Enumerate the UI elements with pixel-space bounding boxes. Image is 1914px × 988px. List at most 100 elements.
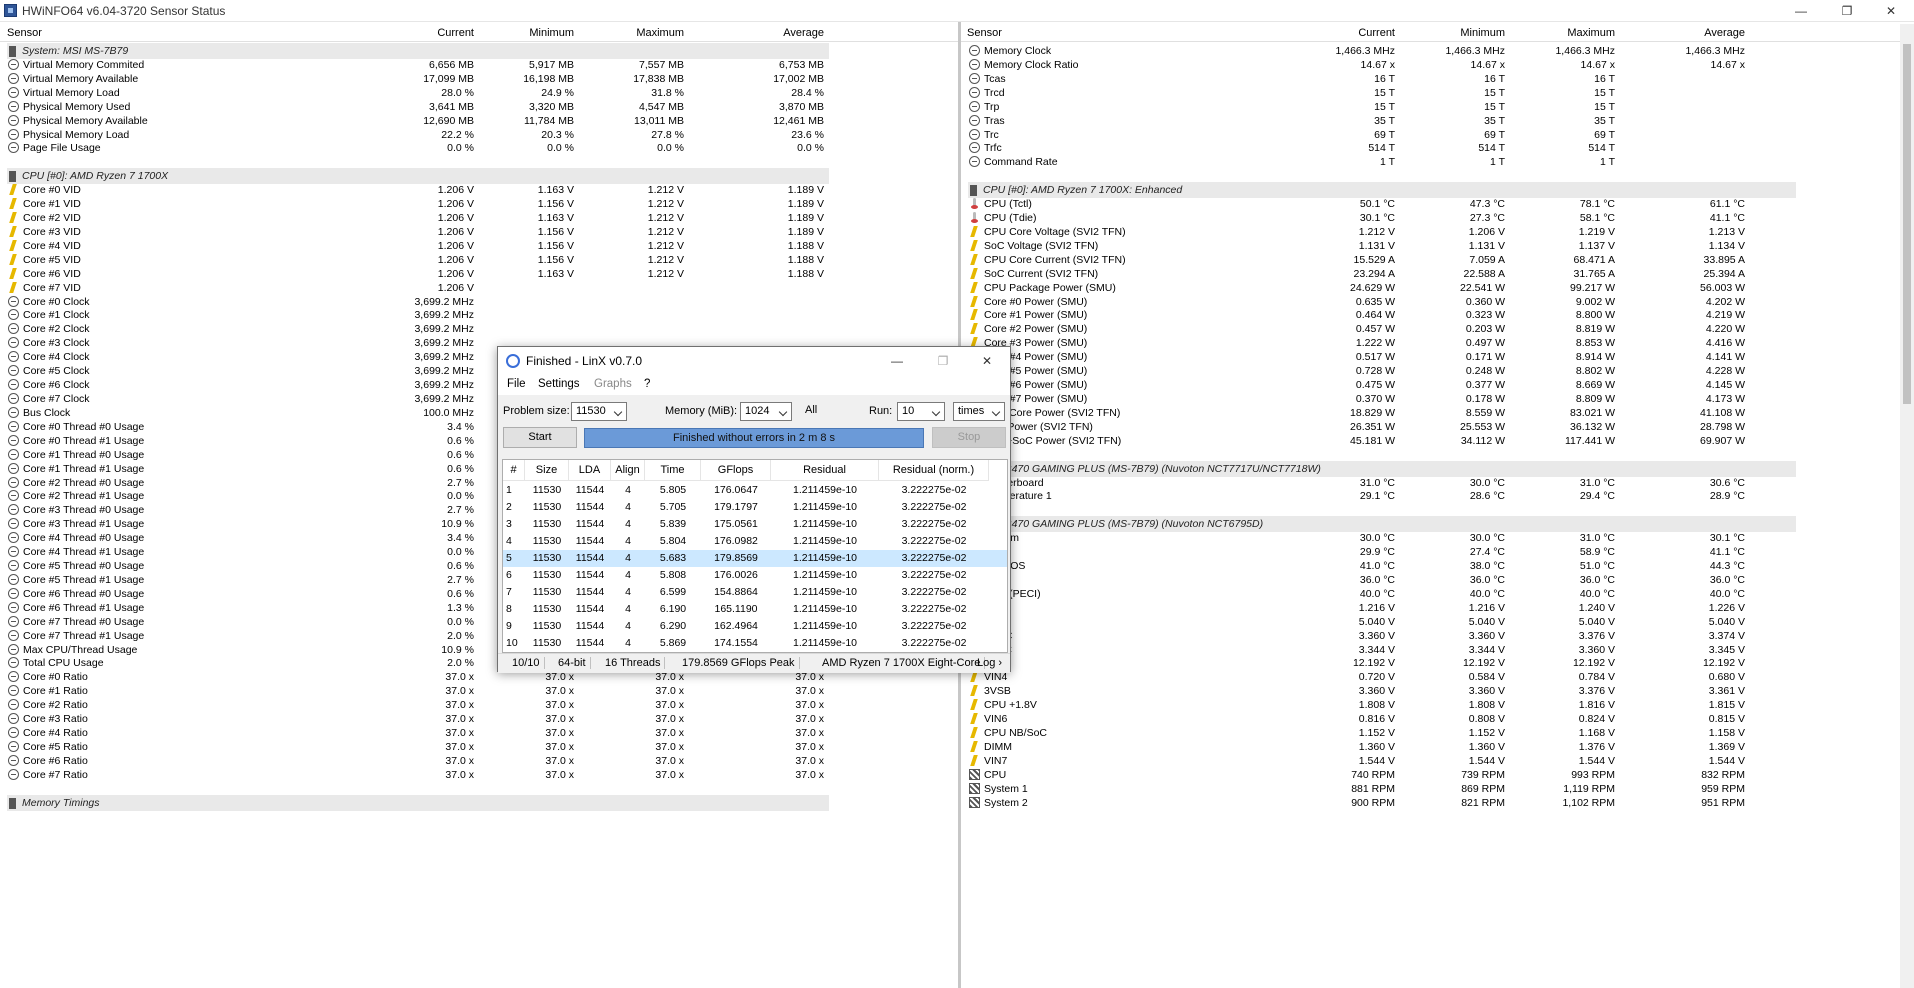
window-title: HWiNFO64 v6.04-3720 Sensor Status	[22, 4, 226, 18]
menu-settings[interactable]: Settings	[538, 378, 580, 390]
restore-button[interactable]: ❐	[1824, 0, 1870, 22]
results-column-header[interactable]: #	[503, 460, 525, 481]
average-value: 4.141 W	[1705, 351, 1745, 364]
all-memory-toggle[interactable]: All	[805, 404, 817, 416]
minimum-value: 0.497 W	[1465, 337, 1505, 350]
col-maximum[interactable]: Maximum	[1511, 27, 1615, 39]
clock-icon	[8, 504, 19, 516]
results-cell: 5.805	[659, 484, 687, 496]
sensor-row[interactable]: System 2 900 RPM 821 RPM 1,102 RPM 951 RPM	[961, 795, 1914, 812]
results-row[interactable]: 2 11530 11544 4 5.705 179.1797 1.211459e-10 3.2…	[503, 499, 1007, 516]
run-count-select[interactable]: 10	[897, 402, 945, 421]
current-value: 2.7 %	[447, 573, 474, 586]
clock-icon	[8, 657, 19, 669]
average-value: 0.815 V	[1708, 713, 1745, 726]
scrollbar-thumb[interactable]	[1903, 44, 1911, 404]
results-cell: 9	[506, 620, 512, 632]
sensor-name: Core #3 Thread #1 Usage	[23, 518, 145, 531]
maximum-value: 8.853 W	[1575, 337, 1615, 350]
clock-icon	[8, 434, 19, 446]
clock-icon	[8, 629, 19, 641]
average-value: 1.134 V	[1708, 239, 1745, 252]
minimum-value: 40.0 °C	[1469, 587, 1505, 600]
results-row[interactable]: 6 11530 11544 4 5.808 176.0026 1.211459e-10 3.2…	[503, 567, 1007, 584]
vertical-scrollbar[interactable]	[1900, 24, 1914, 988]
results-column-header[interactable]: Align	[611, 460, 645, 481]
minimum-value: 35 T	[1484, 114, 1505, 127]
maximum-value: 1.212 V	[647, 253, 684, 266]
chip-icon	[9, 46, 16, 57]
log-button[interactable]: Log ›	[973, 657, 1006, 669]
sensor-name: Core #0 Power (SMU)	[984, 295, 1088, 308]
results-column-header[interactable]: GFlops	[701, 460, 771, 481]
current-value: 24.629 W	[1350, 281, 1395, 294]
col-minimum[interactable]: Minimum	[480, 27, 574, 39]
minimum-value: 30.0 °C	[1469, 476, 1505, 489]
col-average[interactable]: Average	[1621, 27, 1745, 39]
close-button[interactable]: ✕	[1868, 0, 1914, 22]
minimize-button[interactable]: —	[1778, 0, 1824, 22]
average-value: 30.6 °C	[1709, 476, 1745, 489]
results-column-header[interactable]: Residual	[771, 460, 879, 481]
minimum-value: 38.0 °C	[1469, 560, 1505, 573]
maximum-value: 8.809 W	[1575, 393, 1615, 405]
sensor-name: Core #2 Thread #1 Usage	[23, 490, 145, 503]
col-maximum[interactable]: Maximum	[580, 27, 684, 39]
minimum-value: 7.059 A	[1469, 253, 1505, 266]
results-cell: 11530	[532, 484, 562, 496]
current-value: 1.544 V	[1358, 754, 1395, 767]
col-sensor[interactable]: Sensor	[967, 27, 1002, 39]
current-value: 1.206 V	[437, 281, 474, 294]
linx-minimize-button[interactable]: —	[874, 350, 920, 372]
maximum-value: 31.0 °C	[1579, 532, 1615, 545]
maximum-value: 1.544 V	[1578, 754, 1615, 767]
volt-icon	[969, 226, 980, 237]
results-column-header[interactable]: Time	[645, 460, 701, 481]
current-value: 40.0 °C	[1359, 587, 1395, 600]
results-column-header[interactable]: Size	[525, 460, 569, 481]
results-cell: 11544	[575, 586, 605, 598]
results-column-header[interactable]: Residual (norm.)	[879, 460, 989, 481]
current-value: 1 T	[1380, 156, 1395, 169]
col-average[interactable]: Average	[690, 27, 824, 39]
col-sensor[interactable]: Sensor	[7, 27, 42, 39]
sensor-name: Trc	[984, 128, 999, 141]
maximum-value: 31.765 A	[1573, 267, 1615, 280]
minimum-value: 27.3 °C	[1469, 212, 1505, 225]
maximum-value: 40.0 °C	[1579, 587, 1615, 600]
average-value: 23.6 %	[791, 128, 824, 141]
maximum-value: 1.219 V	[1578, 225, 1615, 238]
start-button[interactable]: Start	[503, 427, 577, 448]
clock-icon	[8, 72, 19, 84]
clock-icon	[8, 351, 19, 363]
problem-size-select[interactable]: 11530	[571, 402, 627, 421]
current-value: 37.0 x	[445, 699, 474, 712]
results-row[interactable]: 1 11530 11544 4 5.805 176.0647 1.211459e-10 3.2…	[503, 482, 1007, 499]
minimum-value: 514 T	[1478, 142, 1505, 155]
col-current[interactable]: Current	[1241, 27, 1395, 39]
results-cell: 6	[506, 569, 512, 581]
current-value: 1.206 V	[437, 267, 474, 280]
results-column-header[interactable]: LDA	[569, 460, 611, 481]
run-unit-select[interactable]: times	[953, 402, 1005, 421]
results-row[interactable]: 5 11530 11544 4 5.683 179.8569 1.211459e-10 3.2…	[503, 550, 1007, 567]
menu-file[interactable]: File	[507, 378, 526, 390]
col-current[interactable]: Current	[370, 27, 474, 39]
minimum-value: 24.9 %	[541, 86, 574, 99]
results-row[interactable]: 7 11530 11544 4 6.599 154.8864 1.211459e-10 3.2…	[503, 584, 1007, 601]
sensor-group-header[interactable]: Memory Timings	[0, 794, 958, 812]
col-minimum[interactable]: Minimum	[1401, 27, 1505, 39]
maximum-value: 58.9 °C	[1579, 546, 1615, 559]
results-row[interactable]: 8 11530 11544 4 6.190 165.1190 1.211459e-10 3.2…	[503, 601, 1007, 618]
maximum-value: 3.376 V	[1578, 685, 1615, 698]
menu-help[interactable]: ?	[644, 378, 650, 390]
results-row[interactable]: 3 11530 11544 4 5.839 175.0561 1.211459e-10 3.2…	[503, 516, 1007, 533]
results-row[interactable]: 10 11530 11544 4 5.869 174.1554 1.211459e-10 3.…	[503, 635, 1007, 652]
minimum-value: 0.377 W	[1465, 379, 1505, 392]
results-row[interactable]: 4 11530 11544 4 5.804 176.0982 1.211459e-10 3.2…	[503, 533, 1007, 550]
memory-select[interactable]: 1024	[740, 402, 792, 421]
sensor-name: Core #5 Ratio	[23, 741, 88, 753]
results-row[interactable]: 9 11530 11544 4 6.290 162.4964 1.211459e-10 3.2…	[503, 618, 1007, 635]
linx-close-button[interactable]: ✕	[964, 350, 1010, 372]
minimum-value: 1.206 V	[1468, 225, 1505, 238]
